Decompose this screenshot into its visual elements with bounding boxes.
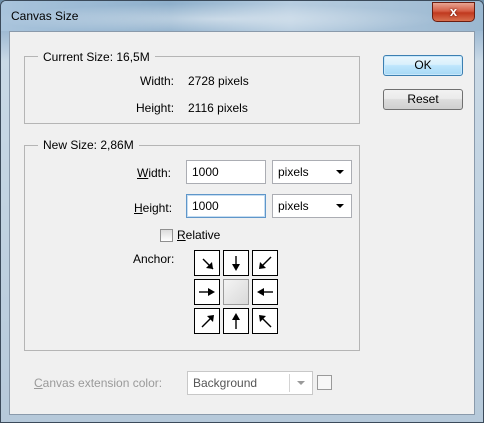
arrow-se-icon (259, 315, 272, 328)
extension-color-label: Canvas extension color: (34, 376, 163, 390)
width-unit-select[interactable]: pixels (272, 160, 352, 184)
width-input[interactable]: 1000 (186, 160, 266, 184)
arrow-w-icon (199, 288, 215, 296)
chevron-down-icon (297, 381, 305, 385)
relative-checkbox[interactable] (160, 229, 173, 242)
current-width-label: Width: (140, 74, 175, 88)
new-size-legend: New Size: 2,86M (38, 138, 139, 152)
canvas-size-dialog: Canvas Size x Current Size: 16,5M Width:… (0, 0, 484, 423)
new-width-label: Width: (137, 166, 172, 180)
title-bar[interactable]: Canvas Size x (1, 1, 483, 31)
arrow-nw-icon (202, 258, 214, 270)
anchor-w[interactable] (194, 279, 220, 305)
reset-button[interactable]: Reset (383, 89, 463, 110)
height-unit-select[interactable]: pixels (272, 194, 352, 218)
new-height-label: Height: (134, 201, 173, 215)
chevron-down-icon (336, 204, 344, 208)
arrow-ne-icon (259, 256, 272, 269)
current-width-value: 2728 pixels (188, 74, 249, 88)
current-height-value: 2116 pixels (188, 101, 248, 115)
close-button[interactable]: x (432, 2, 475, 22)
height-unit-value: pixels (278, 199, 309, 213)
width-unit-value: pixels (278, 165, 309, 179)
anchor-se[interactable] (252, 308, 278, 334)
anchor-s[interactable] (223, 308, 249, 334)
relative-label[interactable]: Relative (177, 228, 220, 242)
anchor-center[interactable] (223, 279, 249, 305)
window-title: Canvas Size (11, 9, 79, 23)
current-height-label: Height: (136, 101, 175, 115)
anchor-e[interactable] (252, 279, 278, 305)
extension-color-swatch[interactable] (317, 375, 332, 390)
anchor-nw[interactable] (194, 250, 220, 276)
anchor-grid (194, 250, 278, 338)
anchor-ne[interactable] (252, 250, 278, 276)
dialog-body: Current Size: 16,5M Width: 2728 pixels H… (9, 31, 475, 415)
new-width-label-rest: idth: (148, 166, 172, 180)
anchor-sw[interactable] (194, 308, 220, 334)
current-size-legend: Current Size: 16,5M (38, 50, 155, 64)
anchor-n[interactable] (223, 250, 249, 276)
chevron-down-icon (336, 170, 344, 174)
extension-color-select[interactable]: Background (187, 371, 313, 395)
dropdown-divider (289, 374, 290, 392)
extension-color-value: Background (193, 376, 258, 390)
close-icon: x (449, 4, 458, 19)
new-height-label-rest: eight: (142, 201, 173, 215)
arrow-n-icon (232, 256, 240, 271)
ok-button[interactable]: OK (383, 55, 463, 76)
arrow-e-icon (257, 288, 273, 296)
height-input[interactable]: 1000 (186, 194, 266, 218)
anchor-label: Anchor: (133, 252, 175, 266)
arrow-s-icon (232, 313, 240, 329)
arrow-sw-icon (201, 315, 214, 328)
